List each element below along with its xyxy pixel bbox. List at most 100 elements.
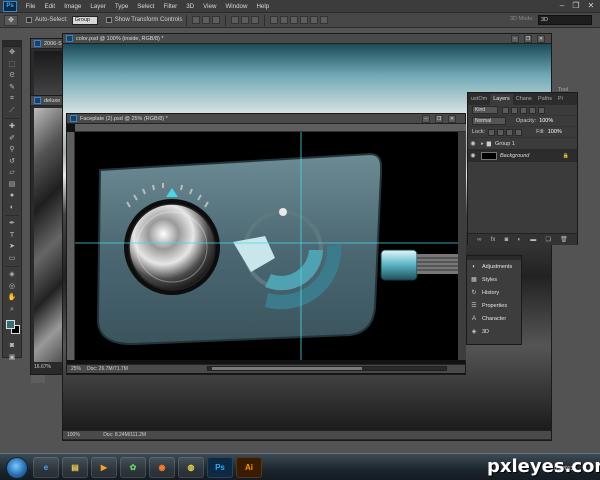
filter-smart-icon[interactable] [538,106,545,114]
menu-help[interactable]: Help [252,0,274,13]
disclosure-triangle-icon[interactable]: ▸ [481,141,484,147]
shape-tool-icon[interactable]: ▭ [3,253,21,265]
ie-icon[interactable]: e [33,457,59,478]
distribute-top-icon[interactable] [270,16,279,24]
menu-image[interactable]: Image [60,0,86,13]
move-tool-icon[interactable]: ✥ [4,14,18,26]
minimize-icon[interactable]: – [556,1,568,11]
lock-transparent-icon[interactable] [488,128,496,136]
lock-pixels-icon[interactable] [497,128,505,136]
explorer-icon[interactable]: ▤ [62,457,88,478]
show-transform-checkbox[interactable] [105,17,112,23]
eye-icon[interactable]: ◉ [468,140,478,147]
align-left-icon[interactable] [231,16,240,24]
firefox-icon[interactable]: ◉ [149,457,175,478]
auto-select-dropdown[interactable]: Group [71,15,98,25]
filter-pixel-icon[interactable] [502,106,509,114]
path-select-icon[interactable]: ➤ [3,241,21,253]
new-layer-icon[interactable]: ❑ [546,236,551,243]
3d-tool-icon[interactable]: ◈ [3,269,21,281]
panel-adjustments[interactable]: ◐ Adjustments [467,260,521,273]
zoom-level[interactable]: 25% [71,365,81,374]
panel-3d[interactable]: ◈ 3D [467,325,521,338]
restore-icon[interactable]: ❐ [435,115,443,123]
adjustment-layer-icon[interactable]: ◐ [517,237,521,243]
zoom-tool-icon[interactable]: ⌕ [3,304,21,316]
mask-icon[interactable]: ◙ [505,237,509,243]
restore-icon[interactable]: ❐ [570,1,582,11]
pen-tool-icon[interactable]: ✒ [3,218,21,230]
quick-mask-icon[interactable]: ◙ [3,340,21,352]
filter-type-icon[interactable] [520,106,527,114]
3d-camera-icon[interactable]: ◎ [3,281,21,293]
close-icon[interactable]: ✕ [448,115,456,123]
vertical-ruler[interactable] [67,132,75,360]
menu-select[interactable]: Select [133,0,159,13]
distribute-center-icon[interactable] [310,16,319,24]
link-layers-icon[interactable]: ∞ [477,237,481,243]
tab-paths[interactable]: Paths [535,94,555,105]
close-icon[interactable]: ✕ [537,35,545,43]
history-brush-icon[interactable]: ↺ [3,156,21,168]
align-center-icon[interactable] [241,16,250,24]
document-tab-faceplate[interactable]: Faceplate (2).psd @ 25% (RGB/8) * – ❐ ✕ [67,114,465,124]
dodge-tool-icon[interactable]: ◐ [3,202,21,214]
fill-value[interactable]: 100% [548,129,562,135]
align-middle-icon[interactable] [202,16,211,24]
eye-icon[interactable]: ◉ [468,152,478,159]
type-tool-icon[interactable]: T [3,230,21,242]
chrome-icon[interactable]: ◍ [178,457,204,478]
align-top-icon[interactable] [192,16,201,24]
healing-brush-icon[interactable]: ✚ [3,121,21,133]
minimize-icon[interactable]: – [422,115,430,123]
align-right-icon[interactable] [251,16,260,24]
blur-tool-icon[interactable]: ● [3,190,21,202]
menu-view[interactable]: View [199,0,221,13]
hand-tool-icon[interactable]: ✋ [3,292,21,304]
trash-icon[interactable]: 🗑 [560,236,568,243]
menu-file[interactable]: File [21,0,40,13]
marquee-tool-icon[interactable]: ⬚ [3,59,21,71]
distribute-right-icon[interactable] [320,16,329,24]
screen-mode-icon[interactable]: ▣ [3,352,21,364]
zoom-level[interactable]: 16.67% [34,364,51,370]
distribute-middle-icon[interactable] [280,16,289,24]
align-bottom-icon[interactable] [212,16,221,24]
opacity-value[interactable]: 100% [539,118,553,124]
auto-select-checkbox[interactable] [26,17,32,23]
horizontal-ruler[interactable] [75,124,466,132]
filter-kind-dropdown[interactable]: Kind [472,106,498,114]
panel-character[interactable]: A Character [467,312,521,325]
restore-icon[interactable]: ❐ [524,35,532,43]
panel-properties[interactable]: ☰ Properties [467,299,521,312]
layer-row-group[interactable]: ◉ ▸ ▆ Group 1 [468,138,577,150]
eyedropper-tool-icon[interactable]: ⟋ [3,105,21,117]
quick-select-tool-icon[interactable]: ✎ [3,82,21,94]
brush-tool-icon[interactable]: ✐ [3,133,21,145]
filter-adjust-icon[interactable] [511,106,518,114]
eraser-tool-icon[interactable]: ▱ [3,167,21,179]
menu-3d[interactable]: 3D [182,0,199,13]
move-tool-icon[interactable]: ✥ [3,47,21,59]
document-canvas[interactable] [75,132,458,360]
menu-layer[interactable]: Layer [86,0,110,13]
close-icon[interactable]: ✕ [585,1,597,11]
panel-styles[interactable]: ▦ Styles [467,273,521,286]
tab-channels[interactable]: Chane [513,94,535,105]
scrollbar-thumb[interactable] [212,367,362,370]
start-button[interactable] [6,457,28,479]
media-player-icon[interactable]: ▶ [91,457,117,478]
foreground-color-swatch[interactable] [6,320,15,329]
filter-shape-icon[interactable] [529,106,536,114]
crop-tool-icon[interactable]: ⌗ [3,93,21,105]
gradient-tool-icon[interactable]: ▤ [3,179,21,191]
menu-type[interactable]: Type [110,0,132,13]
menu-edit[interactable]: Edit [40,0,60,13]
new-group-icon[interactable]: ▬ [530,237,536,243]
tab-custom[interactable]: ustOm [468,94,490,105]
tab-layers[interactable]: Layers [490,94,513,105]
clone-stamp-icon[interactable]: ⚲ [3,144,21,156]
tab-tool-presets[interactable]: Tool Pi [555,85,577,105]
document-tab-color[interactable]: color.psd @ 100% (inside, RGB/8) * – ❐ ✕ [63,34,551,44]
distribute-bottom-icon[interactable] [290,16,299,24]
